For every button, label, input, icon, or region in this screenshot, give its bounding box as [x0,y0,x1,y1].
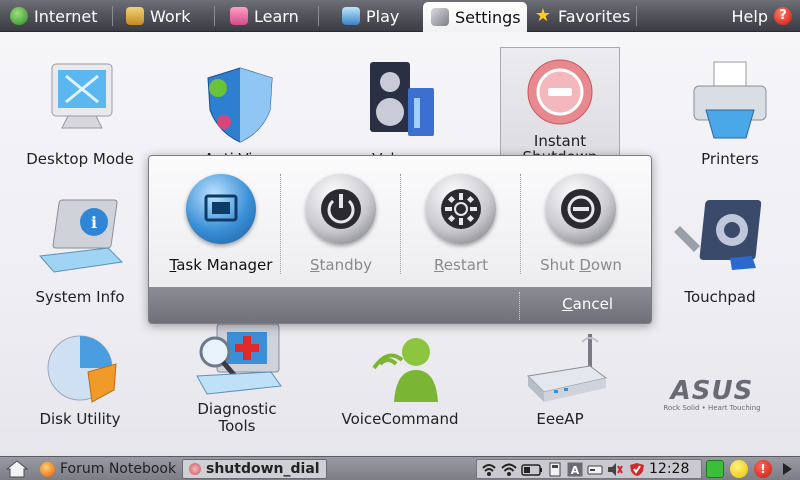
tab-label: Favorites [558,6,631,26]
cancel-button[interactable]: Cancel [562,295,613,313]
voice-command-icon [350,330,450,408]
spreadsheet-icon[interactable] [706,460,724,478]
app-label: VoiceCommand [341,410,459,428]
app-printers[interactable]: Printers [665,58,795,168]
brand-tagline: Rock Solid • Heart Touching [663,404,761,412]
app-eeeap[interactable]: EeeAP [495,330,625,428]
disk-drive-icon[interactable] [587,462,603,477]
tab-divider [636,6,637,26]
restart-button[interactable]: Restart [401,166,521,281]
touchpad-icon [670,196,770,286]
power-icon [306,174,376,244]
tab-label: Settings [455,7,521,27]
diagnostic-icon [187,320,287,398]
tab-label: Work [150,6,191,26]
monitor-icon [30,58,130,148]
app-label: Disk Utility [39,410,121,428]
tab-play[interactable]: Play [334,2,407,30]
tab-divider [112,6,113,26]
security-shield-icon[interactable] [629,462,645,477]
app-instant-shutdown[interactable]: Instant Shutdown [500,47,620,166]
tab-label: Internet [34,6,98,26]
battery-icon[interactable] [521,462,543,477]
app-voice-command[interactable]: VoiceCommand [335,330,465,428]
tab-learn[interactable]: Learn [222,2,307,30]
shield-icon [190,58,290,148]
shutdown-dialog: Task Manager Standby Restart Shut Down C… [148,155,652,324]
star-icon: ★ [534,5,552,26]
tab-label: Play [366,6,400,26]
tab-settings[interactable]: Settings [423,2,527,32]
footer-divider [519,292,520,320]
home-icon[interactable] [5,460,29,478]
speaker-icon [350,58,450,148]
printer-icon [680,58,780,148]
tab-internet[interactable]: Internet [2,2,106,30]
app-label: Diagnostic [197,400,277,418]
help-button[interactable]: Help ? [732,2,792,30]
disk-icon [30,330,130,408]
shutdown-icon [510,56,610,130]
app-disk-utility[interactable]: Disk Utility [15,330,145,428]
help-icon: ? [774,7,792,25]
app-diagnostic-tools[interactable]: Diagnostic Tools [172,320,302,435]
brand-mark: ASUS [670,376,754,406]
task-manager-button[interactable]: Task Manager [161,166,281,281]
wifi-icon[interactable] [501,462,517,477]
taskbar: Forum Notebook shutdown_dial A 12:28 ! [0,456,800,480]
app-volume[interactable]: Volume [335,58,465,168]
asus-logo: ASUS Rock Solid • Heart Touching [656,376,768,412]
app-icon [189,463,201,475]
restart-label: Restart [434,256,488,274]
smiley-icon[interactable] [730,460,748,478]
app-label: Desktop Mode [26,150,134,168]
shutdown-button[interactable]: Shut Down [521,166,641,281]
restart-icon [426,174,496,244]
briefcase-icon [126,7,144,25]
app-label: System Info [35,288,125,306]
system-tray: A 12:28 [476,459,702,479]
tab-favorites[interactable]: ★ Favorites [526,2,638,30]
taskbar-item-shutdown-dial[interactable]: shutdown_dial [182,459,327,479]
gamepad-icon [342,7,360,25]
scroll-right-icon[interactable] [780,460,794,478]
standby-button[interactable]: Standby [281,166,401,281]
svg-text:A: A [571,464,580,477]
shutdown-label: Shut Down [540,256,622,274]
clock[interactable]: 12:28 [649,461,689,477]
tab-divider [214,6,215,26]
firefox-icon [40,461,55,477]
taskbar-item-label: Forum Notebook [60,461,177,477]
shutdown-icon [546,174,616,244]
router-icon [510,330,610,408]
card-icon[interactable] [547,462,563,477]
tab-label: Learn [254,6,299,26]
laptop-info-icon: i [30,196,130,286]
app-label: EeeAP [536,410,584,428]
taskbar-item-label: shutdown_dial [206,461,320,477]
task-manager-label: Task Manager [169,256,273,274]
app-anti-virus[interactable]: Anti-Virus [175,58,305,168]
help-label: Help [731,6,768,26]
book-icon [230,7,248,25]
tab-work[interactable]: Work [118,2,199,30]
app-label: Touchpad [684,288,756,306]
network-icon[interactable] [481,462,497,477]
wrench-icon [431,8,449,26]
task-manager-icon [186,174,256,244]
tab-divider [318,6,319,26]
keyboard-layout-icon[interactable]: A [567,462,583,477]
app-touchpad[interactable]: Touchpad [655,196,785,306]
volume-muted-icon[interactable] [607,462,623,477]
standby-label: Standby [309,256,373,274]
globe-icon [10,7,28,25]
taskbar-item-forum-notebook[interactable]: Forum Notebook [34,459,182,479]
top-category-bar: Internet Work Learn Play Settings ★ Favo… [0,0,800,32]
app-system-info[interactable]: i System Info [15,196,145,306]
app-label: Tools [218,417,256,435]
app-label: Printers [701,150,759,168]
svg-text:i: i [91,213,97,232]
app-desktop-mode[interactable]: Desktop Mode [15,58,145,168]
power-off-icon[interactable]: ! [754,460,772,478]
